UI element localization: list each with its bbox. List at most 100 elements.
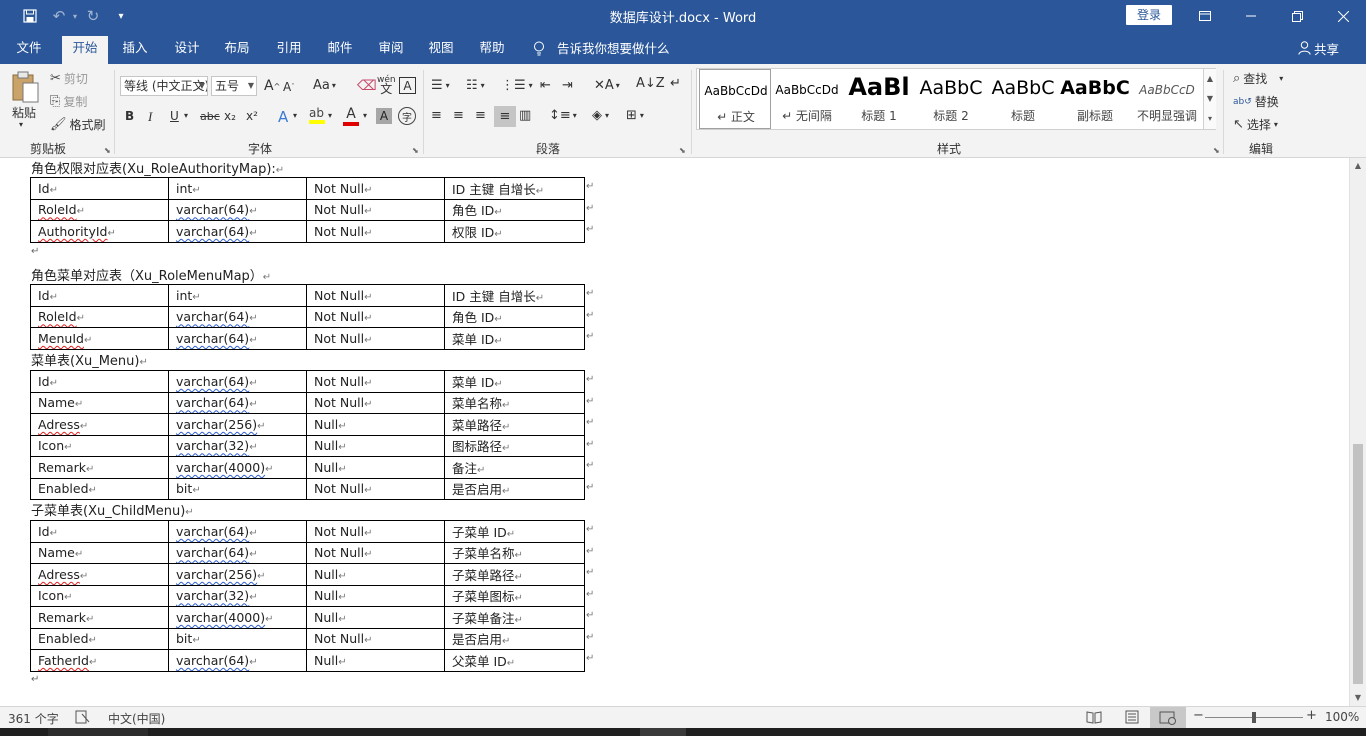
table-cell[interactable]: 菜单 ID↵ [444, 327, 585, 350]
undo-dropdown-icon[interactable]: ▾ [70, 0, 80, 32]
table-cell[interactable]: Icon↵ [30, 434, 169, 457]
close-icon[interactable] [1320, 0, 1366, 32]
table-cell[interactable]: Enabled↵ [30, 477, 169, 500]
gallery-expand-icon[interactable]: ▾ [1203, 109, 1216, 129]
enclose-characters-button[interactable]: 字 [398, 107, 416, 125]
zoom-in-icon[interactable]: + [1306, 708, 1317, 723]
change-case-button[interactable]: Aa ▾ [313, 78, 336, 93]
undo-icon[interactable]: ↶ [48, 0, 70, 32]
table-cell[interactable]: 子菜单图标↵ [444, 584, 585, 607]
underline-button[interactable]: U [170, 109, 179, 123]
scrollbar-thumb[interactable] [1353, 444, 1363, 684]
font-color-button[interactable]: A [343, 106, 359, 126]
web-layout-icon[interactable] [1150, 707, 1186, 728]
word-count[interactable]: 361 个字 [8, 710, 59, 727]
tab-file[interactable]: 文件 [4, 32, 54, 64]
tab-design[interactable]: 设计 [166, 32, 208, 64]
table-cell[interactable]: 权限 ID↵ [444, 220, 585, 243]
table-cell[interactable]: Name↵ [30, 541, 169, 564]
table-cell[interactable]: ID 主键 自增长↵ [444, 284, 585, 307]
print-layout-icon[interactable] [1124, 710, 1140, 727]
table-cell[interactable]: varchar(64)↵ [168, 198, 307, 221]
table-cell[interactable]: Id↵ [30, 177, 169, 200]
copy-button[interactable]: ⎘ 复制 [50, 93, 87, 110]
subscript-button[interactable]: x₂ [224, 109, 236, 123]
character-border-button[interactable]: A [399, 77, 416, 94]
save-icon[interactable] [18, 0, 42, 32]
tab-references[interactable]: 引用 [268, 32, 310, 64]
tab-mailings[interactable]: 邮件 [319, 32, 361, 64]
table-cell[interactable]: varchar(64)↵ [168, 541, 307, 564]
align-left-icon[interactable]: ≡ [431, 108, 442, 123]
table-cell[interactable]: varchar(64)↵ [168, 520, 307, 543]
zoom-slider-thumb[interactable] [1252, 712, 1256, 723]
font-launcher-icon[interactable]: ⬊ [412, 146, 419, 155]
highlight-button[interactable]: ab [309, 106, 325, 124]
table-cell[interactable]: varchar(256)↵ [168, 413, 307, 436]
bullets-icon[interactable]: ☰ ▾ [431, 78, 450, 93]
table-cell[interactable]: Id↵ [30, 520, 169, 543]
table-cell[interactable]: 是否启用↵ [444, 627, 585, 650]
clear-formatting-icon[interactable]: ⌫ [357, 78, 377, 94]
table-cell[interactable]: Not Null↵ [306, 198, 445, 221]
style-subtle-emphasis[interactable]: AaBbCcD 不明显强调 [1131, 69, 1203, 129]
table-cell[interactable]: Not Null↵ [306, 391, 445, 414]
table-cell[interactable]: FatherId↵ [30, 649, 169, 672]
table-cell[interactable]: Icon↵ [30, 584, 169, 607]
underline-dropdown-icon[interactable]: ▾ [184, 111, 188, 120]
distributed-icon[interactable]: ▥ [519, 108, 531, 123]
find-button[interactable]: ⌕ 查找 ▾ [1233, 70, 1283, 87]
table-cell[interactable]: 角色 ID↵ [444, 198, 585, 221]
table-cell[interactable]: RoleId↵ [30, 305, 169, 328]
read-mode-icon[interactable] [1086, 710, 1102, 727]
show-formatting-marks-icon[interactable]: ↵ [670, 76, 681, 91]
shrink-font-button[interactable]: Aˇ [283, 80, 295, 94]
share-button[interactable]: 共享 [1298, 32, 1339, 64]
table-cell[interactable]: Remark↵ [30, 606, 169, 629]
style-heading-2[interactable]: AaBbC 标题 2 [915, 69, 987, 129]
table-cell[interactable]: Not Null↵ [306, 541, 445, 564]
font-name-combo[interactable]: 等线 (中文正文) ▼ [120, 76, 208, 96]
decrease-indent-icon[interactable]: ⇤ [540, 78, 551, 93]
table-cell[interactable]: varchar(64)↵ [168, 220, 307, 243]
style-subtitle[interactable]: AaBbC 副标题 [1059, 69, 1131, 129]
scroll-up-icon[interactable]: ▲ [1350, 158, 1366, 174]
table-cell[interactable]: Not Null↵ [306, 220, 445, 243]
scroll-down-icon[interactable]: ▼ [1350, 690, 1366, 706]
paste-label[interactable]: 粘贴 [12, 104, 36, 121]
table-cell[interactable]: 菜单路径↵ [444, 413, 585, 436]
table-cell[interactable]: Not Null↵ [306, 305, 445, 328]
minimize-icon[interactable] [1228, 0, 1274, 32]
table-cell[interactable]: varchar(64)↵ [168, 305, 307, 328]
table-cell[interactable]: 备注↵ [444, 456, 585, 479]
tab-layout[interactable]: 布局 [216, 32, 258, 64]
tab-insert[interactable]: 插入 [114, 32, 156, 64]
sort-icon[interactable]: A↓Z [636, 76, 665, 91]
tab-view[interactable]: 视图 [420, 32, 462, 64]
table-cell[interactable]: Not Null↵ [306, 520, 445, 543]
styles-launcher-icon[interactable]: ⬊ [1213, 146, 1220, 155]
table-cell[interactable]: Enabled↵ [30, 627, 169, 650]
shading-icon[interactable]: ◈ ▾ [592, 108, 609, 123]
grow-font-button[interactable]: A ^ [264, 78, 280, 94]
table-cell[interactable]: varchar(4000)↵ [168, 456, 307, 479]
clipboard-launcher-icon[interactable]: ⬊ [104, 146, 111, 155]
zoom-level[interactable]: 100% [1325, 710, 1359, 724]
paste-dropdown-icon[interactable]: ▾ [19, 120, 23, 129]
phonetic-guide-button[interactable]: wén 文 [377, 76, 396, 96]
style-heading-1[interactable]: AaBl 标题 1 [843, 69, 915, 129]
italic-button[interactable]: I [148, 109, 152, 125]
format-painter-button[interactable]: 🖌 格式刷 [50, 116, 106, 133]
table-cell[interactable]: varchar(32)↵ [168, 434, 307, 457]
table-cell[interactable]: 子菜单路径↵ [444, 563, 585, 586]
table-cell[interactable]: varchar(64)↵ [168, 649, 307, 672]
table-cell[interactable]: Not Null↵ [306, 177, 445, 200]
select-button[interactable]: ↖ 选择 ▾ [1233, 116, 1278, 133]
style-normal[interactable]: AaBbCcDd ↵ 正文 [699, 69, 771, 129]
increase-indent-icon[interactable]: ⇥ [562, 78, 573, 93]
table-cell[interactable]: Not Null↵ [306, 327, 445, 350]
table-cell[interactable]: Null↵ [306, 456, 445, 479]
tab-home[interactable]: 开始 [62, 36, 108, 64]
numbering-icon[interactable]: ☷ ▾ [466, 78, 485, 93]
table-cell[interactable]: MenuId↵ [30, 327, 169, 350]
